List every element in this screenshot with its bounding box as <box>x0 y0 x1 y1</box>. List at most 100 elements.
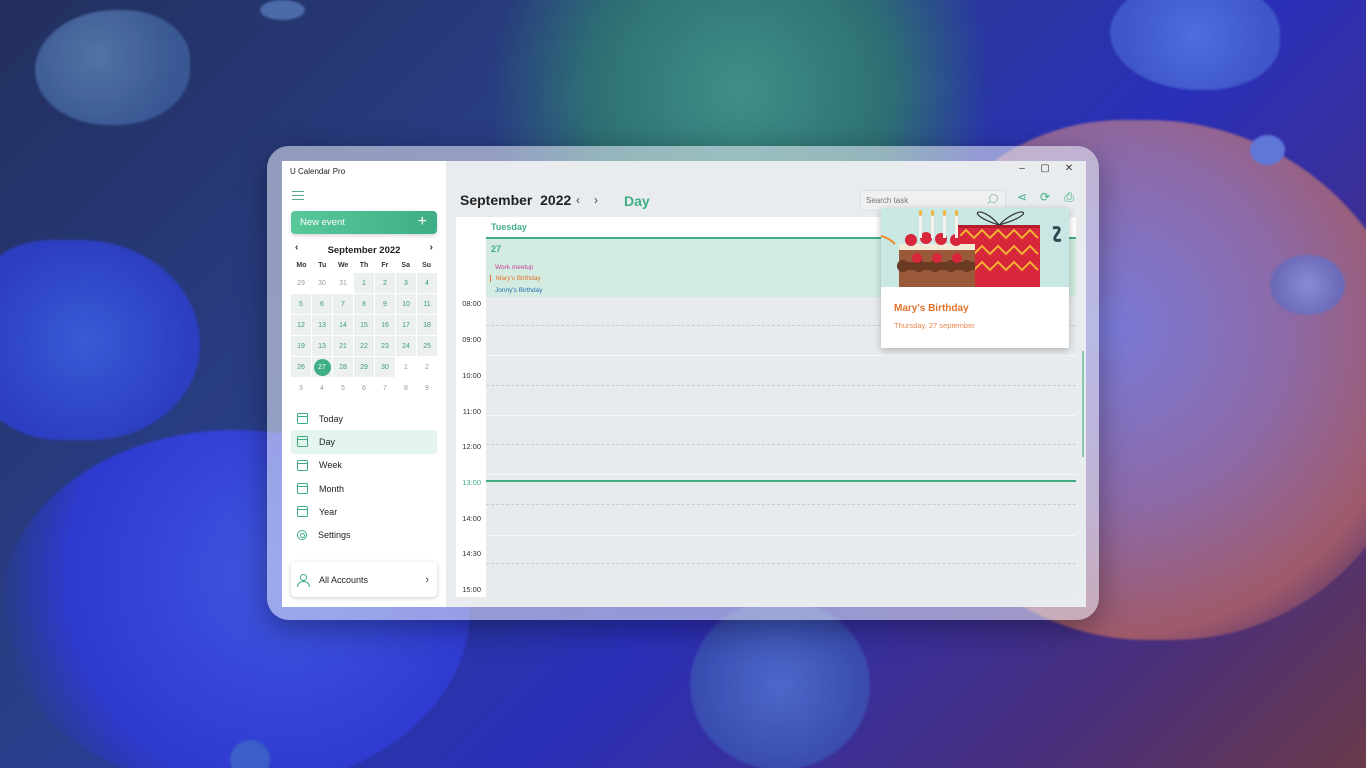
calendar-day[interactable]: 9 <box>417 378 437 398</box>
hour-label: 08:00 <box>462 299 481 308</box>
calendar-day[interactable]: 30 <box>375 357 395 377</box>
hour-label: 14:00 <box>462 514 481 523</box>
calendar-day[interactable]: 31 <box>333 273 353 293</box>
sidebar-item-today[interactable]: Today <box>291 407 437 430</box>
sidebar: U Calendar Pro New event + ‹ September 2… <box>282 161 446 607</box>
calendar-day[interactable]: 18 <box>417 315 437 335</box>
half-hour-divider <box>486 504 1076 505</box>
next-period-button[interactable]: › <box>594 193 598 207</box>
sidebar-item-label: Today <box>319 413 344 424</box>
calendar-day[interactable]: 24 <box>396 336 416 356</box>
calendar-day-number: 28 <box>339 363 347 371</box>
calendar-day[interactable]: 16 <box>375 315 395 335</box>
weekday-label: Su <box>422 262 432 269</box>
calendar-day[interactable]: 30 <box>312 273 332 293</box>
calendar-day[interactable]: 22 <box>354 336 374 356</box>
calendar-day[interactable]: 8 <box>396 378 416 398</box>
calendar-day[interactable]: 1 <box>396 357 416 377</box>
calendar-day[interactable]: 3 <box>291 378 311 398</box>
calendar-day[interactable]: 4 <box>312 378 332 398</box>
calendar-day-number: 6 <box>362 384 366 392</box>
calendar-check-icon <box>297 413 308 425</box>
calendar-day-selected[interactable]: 27 <box>312 357 332 377</box>
calendar-day[interactable]: 26 <box>291 357 311 377</box>
calendar-day-number: 4 <box>425 279 429 287</box>
calendar-day[interactable]: 19 <box>291 336 311 356</box>
sync-icon[interactable]: ⟳ <box>1038 190 1052 204</box>
calendar-day[interactable]: 29 <box>354 357 374 377</box>
calendar-day[interactable]: 10 <box>396 294 416 314</box>
calendar-month-icon <box>297 483 308 495</box>
calendar-day[interactable]: 9 <box>375 294 395 314</box>
calendar-day[interactable]: 14 <box>333 315 353 335</box>
all-accounts-button[interactable]: All Accounts › <box>291 562 437 597</box>
calendar-day[interactable]: 4 <box>417 273 437 293</box>
calendar-day[interactable]: 28 <box>333 357 353 377</box>
hour-label: 12:00 <box>462 442 481 451</box>
calendar-day-number: 19 <box>297 342 305 350</box>
event-jonnys-birthday[interactable]: Jonny's Birthday <box>490 287 543 294</box>
calendar-day[interactable]: 21 <box>333 336 353 356</box>
calendar-day[interactable]: 23 <box>375 336 395 356</box>
calendar-day[interactable]: 15 <box>354 315 374 335</box>
header-month: September <box>460 192 533 208</box>
calendar-day-number: 9 <box>383 300 387 308</box>
sidebar-item-year[interactable]: Year <box>291 500 437 523</box>
calendar-day-number: 22 <box>360 342 368 350</box>
calendar-day[interactable]: 8 <box>354 294 374 314</box>
calendar-day[interactable]: 7 <box>333 294 353 314</box>
calendar-year-icon <box>297 506 308 518</box>
calendar-day[interactable]: 1 <box>354 273 374 293</box>
sidebar-item-day[interactable]: Day <box>291 430 437 454</box>
weekday-label: Fr <box>381 262 389 269</box>
calendar-day[interactable]: 13 <box>312 315 332 335</box>
chevron-right-icon: › <box>425 573 429 586</box>
half-hour-divider <box>486 563 1076 564</box>
calendar-day-number: 23 <box>381 342 389 350</box>
event-detail-popup[interactable]: Mary's Birthday Thursday, 27 september <box>881 208 1069 348</box>
search-icon[interactable] <box>989 194 998 203</box>
maximize-button[interactable]: ▢ <box>1035 163 1055 174</box>
minimize-button[interactable]: – <box>1012 163 1032 174</box>
hour-label: 10:00 <box>462 371 481 380</box>
sidebar-item-week[interactable]: Week <box>291 454 437 477</box>
hamburger-menu-icon[interactable] <box>292 191 304 200</box>
hour-label: 09:00 <box>462 335 481 344</box>
calendar-day[interactable]: 25 <box>417 336 437 356</box>
calendar-day[interactable]: 6 <box>312 294 332 314</box>
calendar-day-number: 27 <box>313 358 331 376</box>
calendar-day-number: 12 <box>297 321 305 329</box>
calendar-day[interactable]: 2 <box>375 273 395 293</box>
vertical-scrollbar[interactable] <box>1082 351 1084 457</box>
calendar-day[interactable]: 7 <box>375 378 395 398</box>
view-mode-label[interactable]: Day <box>624 193 650 209</box>
date-number: 27 <box>491 244 502 254</box>
calendar-day[interactable]: 29 <box>291 273 311 293</box>
calendar-day-number: 18 <box>423 321 431 329</box>
prev-period-button[interactable]: ‹ <box>576 193 580 207</box>
calendar-day[interactable]: 3 <box>396 273 416 293</box>
calendar-day-number: 6 <box>320 300 324 308</box>
calendar-day[interactable]: 17 <box>396 315 416 335</box>
close-button[interactable]: ✕ <box>1059 163 1079 174</box>
hour-label: 15:00 <box>462 585 481 594</box>
share-icon[interactable]: ⋖ <box>1015 190 1029 204</box>
calendar-day[interactable]: 5 <box>333 378 353 398</box>
event-marys-birthday[interactable]: Mary's Birthday <box>490 275 541 282</box>
calendar-day[interactable]: 11 <box>417 294 437 314</box>
mini-calendar-prev-button[interactable]: ‹ <box>295 242 298 253</box>
event-work-meetup[interactable]: Work meetup <box>490 264 534 271</box>
sidebar-item-settings[interactable]: Settings <box>291 523 437 546</box>
mini-calendar-next-button[interactable]: › <box>430 242 433 253</box>
calendar-day[interactable]: 12 <box>291 315 311 335</box>
sidebar-item-month[interactable]: Month <box>291 477 437 500</box>
calendar-day[interactable]: 5 <box>291 294 311 314</box>
calendar-day-number: 29 <box>360 363 368 371</box>
calendar-day[interactable]: 13 <box>312 336 332 356</box>
print-icon[interactable]: ⎙ <box>1062 190 1076 204</box>
weekday-label: Th <box>359 262 369 269</box>
calendar-day[interactable]: 2 <box>417 357 437 377</box>
new-event-button[interactable]: New event + <box>291 211 437 234</box>
calendar-day[interactable]: 6 <box>354 378 374 398</box>
calendar-day-number: 15 <box>360 321 368 329</box>
